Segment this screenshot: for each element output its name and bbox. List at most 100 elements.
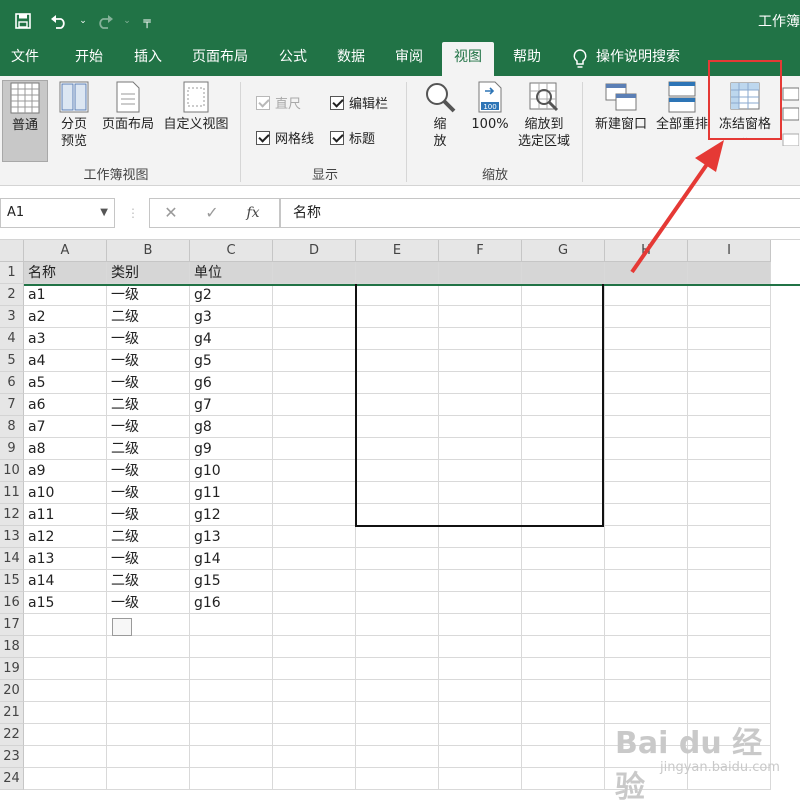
cell[interactable]: g10 (190, 460, 273, 482)
cell[interactable] (522, 592, 605, 614)
row-header[interactable]: 5 (0, 350, 24, 372)
undo-icon[interactable] (46, 9, 72, 33)
cell[interactable] (439, 724, 522, 746)
cell[interactable] (688, 438, 771, 460)
cell[interactable] (605, 460, 688, 482)
tab-home[interactable]: 开始 (64, 42, 114, 76)
ruler-checkbox[interactable]: 直尺 (256, 93, 301, 112)
save-icon[interactable] (10, 9, 36, 33)
page-break-preview-button[interactable]: 分页 预览 (54, 80, 94, 150)
cell[interactable]: 二级 (107, 526, 190, 548)
column-header-b[interactable]: B (107, 240, 190, 262)
cell[interactable] (605, 350, 688, 372)
row-header[interactable]: 7 (0, 394, 24, 416)
cell[interactable] (273, 614, 356, 636)
cell[interactable] (190, 724, 273, 746)
column-header-c[interactable]: C (190, 240, 273, 262)
cell[interactable] (273, 548, 356, 570)
cell[interactable] (688, 482, 771, 504)
cell[interactable] (273, 416, 356, 438)
tab-insert[interactable]: 插入 (123, 42, 173, 76)
cell[interactable] (688, 680, 771, 702)
row-header[interactable]: 2 (0, 284, 24, 306)
cell[interactable] (273, 460, 356, 482)
cell[interactable] (439, 702, 522, 724)
cell[interactable] (688, 548, 771, 570)
cell[interactable]: 一级 (107, 328, 190, 350)
cell[interactable] (356, 746, 439, 768)
cell[interactable] (190, 658, 273, 680)
cell[interactable] (605, 504, 688, 526)
cell[interactable] (688, 262, 771, 284)
cell[interactable]: g12 (190, 504, 273, 526)
row-header[interactable]: 17 (0, 614, 24, 636)
select-all-corner[interactable] (0, 240, 24, 262)
cell[interactable] (688, 526, 771, 548)
tab-page-layout[interactable]: 页面布局 (184, 42, 256, 76)
cell[interactable] (605, 636, 688, 658)
cell[interactable]: 一级 (107, 460, 190, 482)
cell[interactable] (190, 746, 273, 768)
cell[interactable]: 一级 (107, 592, 190, 614)
formula-bar-checkbox[interactable]: 编辑栏 (330, 93, 388, 112)
cell[interactable] (107, 724, 190, 746)
cell[interactable] (356, 526, 439, 548)
cell[interactable]: 一级 (107, 482, 190, 504)
cell[interactable] (273, 350, 356, 372)
arrange-all-button[interactable]: 全部重排 (654, 80, 710, 133)
cell[interactable] (24, 680, 107, 702)
cell[interactable] (688, 658, 771, 680)
column-header-f[interactable]: F (439, 240, 522, 262)
cell[interactable] (605, 394, 688, 416)
cell[interactable] (688, 460, 771, 482)
column-header-d[interactable]: D (273, 240, 356, 262)
cell[interactable] (522, 768, 605, 790)
cell[interactable] (107, 658, 190, 680)
cell[interactable]: a4 (24, 350, 107, 372)
cell[interactable] (439, 262, 522, 284)
cell[interactable] (522, 570, 605, 592)
cell[interactable] (522, 724, 605, 746)
cell[interactable]: g4 (190, 328, 273, 350)
zoom-button[interactable]: 缩 放 (420, 80, 460, 150)
cell[interactable] (522, 548, 605, 570)
row-header[interactable]: 24 (0, 768, 24, 790)
cell[interactable] (273, 482, 356, 504)
gridlines-checkbox[interactable]: 网格线 (256, 128, 314, 147)
cell[interactable] (688, 504, 771, 526)
row-header[interactable]: 18 (0, 636, 24, 658)
cell[interactable] (273, 504, 356, 526)
cell[interactable] (688, 614, 771, 636)
name-box[interactable]: A1 ▼ (0, 198, 115, 228)
split-button[interactable] (780, 86, 800, 151)
row-header[interactable]: 10 (0, 460, 24, 482)
cell[interactable] (356, 592, 439, 614)
cell[interactable]: a7 (24, 416, 107, 438)
cell[interactable]: g16 (190, 592, 273, 614)
cell[interactable] (190, 636, 273, 658)
cell[interactable] (688, 350, 771, 372)
drag-handle-icon[interactable]: ⋮ (127, 206, 139, 220)
cell[interactable] (605, 592, 688, 614)
tab-help[interactable]: 帮助 (502, 42, 552, 76)
cell[interactable] (605, 548, 688, 570)
cell[interactable]: g9 (190, 438, 273, 460)
cell[interactable]: 二级 (107, 438, 190, 460)
cell[interactable] (356, 548, 439, 570)
cell[interactable] (24, 724, 107, 746)
cell[interactable]: a6 (24, 394, 107, 416)
cell[interactable] (24, 636, 107, 658)
cell[interactable]: a11 (24, 504, 107, 526)
headings-checkbox[interactable]: 标题 (330, 128, 375, 147)
cell[interactable] (273, 680, 356, 702)
cell[interactable] (107, 702, 190, 724)
cell[interactable]: g15 (190, 570, 273, 592)
row-header[interactable]: 1 (0, 262, 24, 284)
cell[interactable] (439, 526, 522, 548)
cell[interactable] (273, 438, 356, 460)
row-header[interactable]: 19 (0, 658, 24, 680)
cell[interactable] (688, 416, 771, 438)
cell[interactable] (190, 768, 273, 790)
row-header[interactable]: 20 (0, 680, 24, 702)
cell[interactable] (107, 680, 190, 702)
